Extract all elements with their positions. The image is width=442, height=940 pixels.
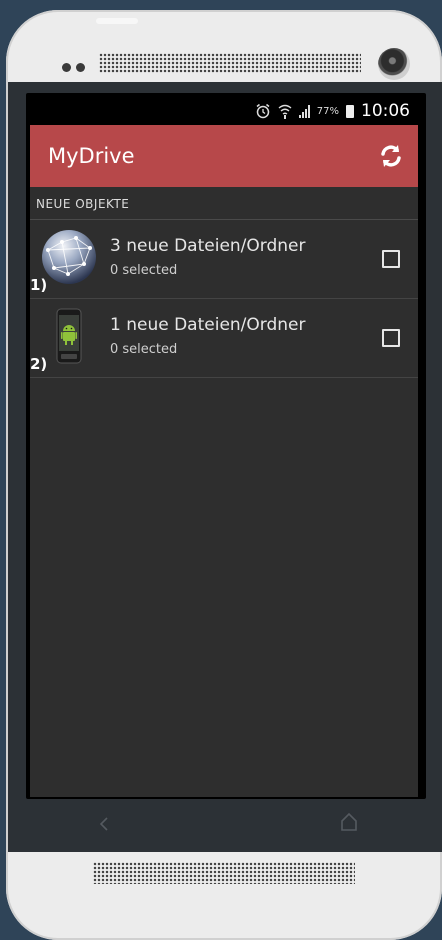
- signal-strength-icon: [298, 104, 310, 118]
- battery-icon: [346, 104, 354, 118]
- sensor-dot: [76, 63, 85, 72]
- app-title: MyDrive: [48, 144, 135, 168]
- front-camera: [378, 48, 410, 80]
- top-speaker-grille: [99, 53, 361, 73]
- wifi-icon: [278, 104, 292, 119]
- select-checkbox[interactable]: [382, 329, 400, 347]
- list-item[interactable]: 1) 3 neue Dateien/Ordner 0 selected: [30, 220, 418, 299]
- sensor-dot: [62, 63, 71, 72]
- bottom-speaker-grille: [93, 862, 355, 884]
- globe-network-icon: [42, 230, 96, 284]
- front-sensors: [62, 63, 85, 72]
- frame-highlight: [96, 18, 138, 24]
- item-subtitle: 0 selected: [110, 342, 178, 357]
- back-icon[interactable]: [96, 814, 112, 834]
- section-header: NEUE OBJEKTE: [30, 187, 418, 220]
- item-title: 1 neue Dateien/Ordner: [110, 315, 306, 335]
- alarm-icon: [256, 103, 270, 119]
- list-item[interactable]: 2) 1 neue Dateien/Ordner 0 selected: [30, 299, 418, 378]
- item-number: 2): [30, 355, 48, 373]
- screen: 77% 10:06 MyDrive NEUE OBJEKTE 1) 3 neue…: [26, 93, 426, 799]
- select-checkbox[interactable]: [382, 250, 400, 268]
- android-phone-icon: [56, 308, 82, 364]
- battery-percentage: 77%: [316, 105, 339, 117]
- item-number: 1): [30, 276, 48, 294]
- item-title: 3 neue Dateien/Ordner: [110, 236, 306, 256]
- app-screen: 77% 10:06 MyDrive NEUE OBJEKTE 1) 3 neue…: [30, 97, 418, 797]
- status-time: 10:06: [361, 101, 410, 121]
- status-bar: 77% 10:06: [30, 97, 418, 125]
- app-bar: MyDrive: [30, 125, 418, 187]
- refresh-icon[interactable]: [378, 143, 404, 169]
- item-subtitle: 0 selected: [110, 263, 178, 278]
- home-icon[interactable]: [340, 812, 358, 832]
